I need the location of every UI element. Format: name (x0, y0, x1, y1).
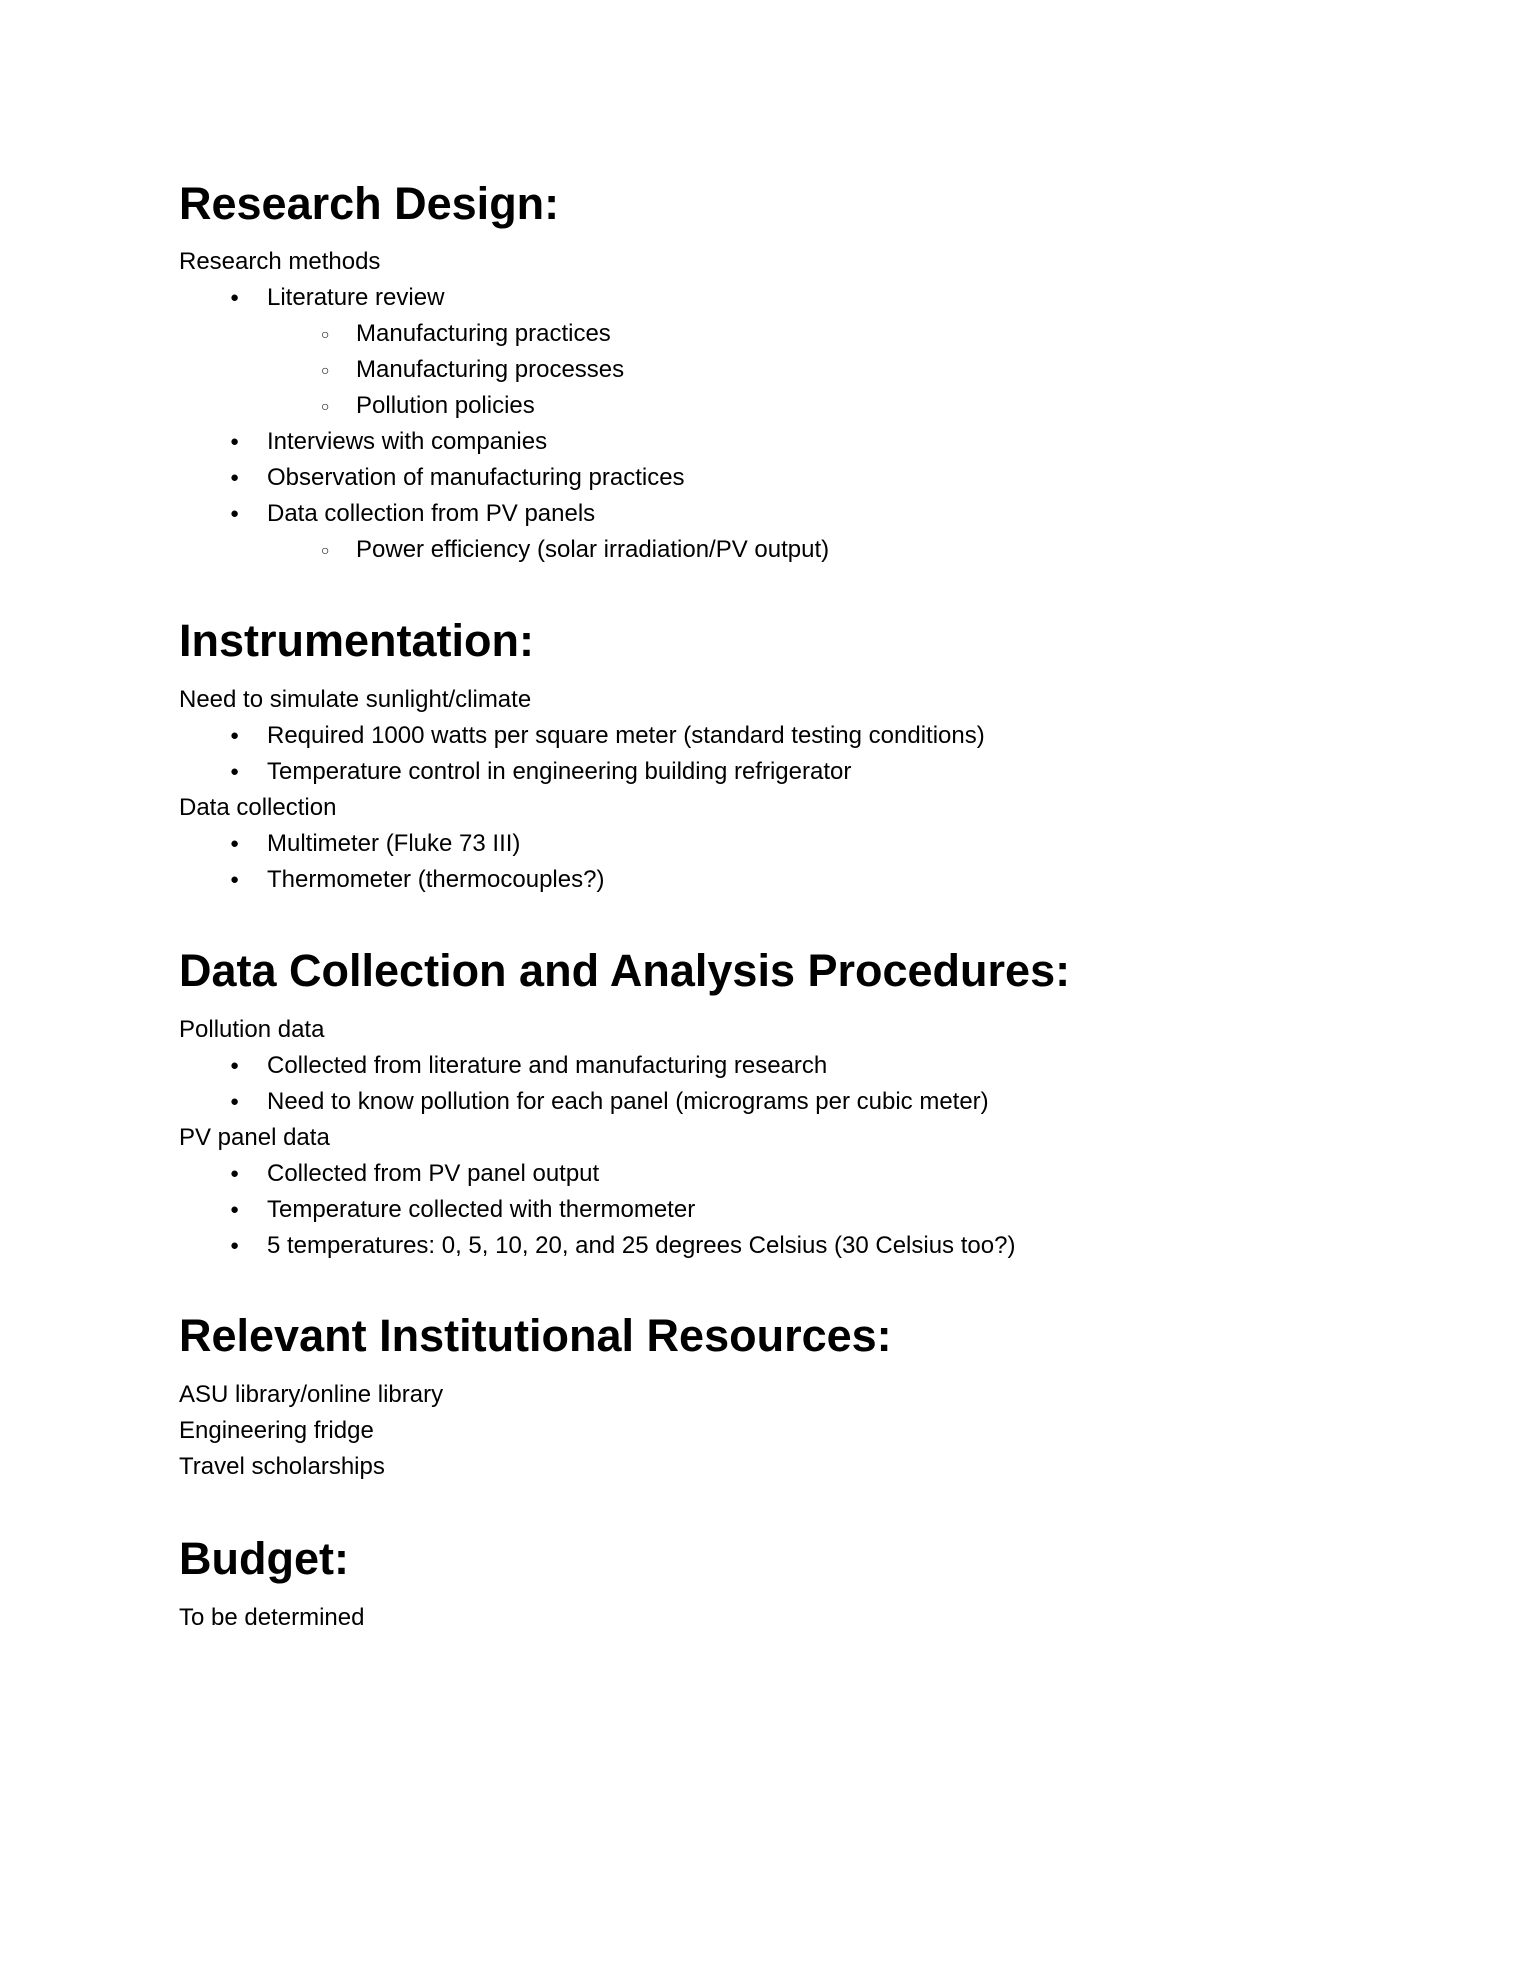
bullet-item: Multimeter (Fluke 73 III) (230, 829, 520, 859)
bullet-item: 5 temperatures: 0, 5, 10, 20, and 25 deg… (230, 1231, 1015, 1261)
text-line: ASU library/online library (179, 1381, 444, 1408)
heading-data-collection: Data Collection and Analysis Procedures: (179, 945, 1071, 996)
text-line: To be determined (179, 1604, 365, 1631)
sub-bullet-item: Power efficiency (solar irradiation/PV o… (321, 535, 829, 565)
sub-bullet-item: Manufacturing processes (321, 355, 624, 385)
heading-institutional-resources: Relevant Institutional Resources: (179, 1310, 892, 1361)
bullet-item: Interviews with companies (230, 427, 547, 457)
text-line: Research methods (179, 248, 381, 275)
bullet-item: Collected from literature and manufactur… (230, 1051, 827, 1081)
text-line: Pollution data (179, 1016, 325, 1043)
text-line: Travel scholarships (179, 1453, 385, 1480)
bullet-item: Data collection from PV panels (230, 499, 595, 529)
bullet-item: Observation of manufacturing practices (230, 463, 685, 493)
text-line: Need to simulate sunlight/climate (179, 686, 532, 713)
heading-budget: Budget: (179, 1533, 349, 1584)
text-line: Data collection (179, 794, 337, 821)
bullet-item: Literature review (230, 283, 445, 313)
bullet-item: Required 1000 watts per square meter (st… (230, 721, 985, 751)
text-line: Engineering fridge (179, 1417, 374, 1444)
bullet-item: Need to know pollution for each panel (m… (230, 1087, 989, 1117)
sub-bullet-item: Pollution policies (321, 391, 535, 421)
heading-research-design: Research Design: (179, 178, 560, 229)
text-line: PV panel data (179, 1124, 330, 1151)
heading-instrumentation: Instrumentation: (179, 615, 534, 666)
bullet-item: Temperature control in engineering build… (230, 757, 851, 787)
bullet-item: Temperature collected with thermometer (230, 1195, 695, 1225)
bullet-item: Thermometer (thermocouples?) (230, 865, 605, 895)
bullet-item: Collected from PV panel output (230, 1159, 599, 1189)
sub-bullet-item: Manufacturing practices (321, 319, 611, 349)
